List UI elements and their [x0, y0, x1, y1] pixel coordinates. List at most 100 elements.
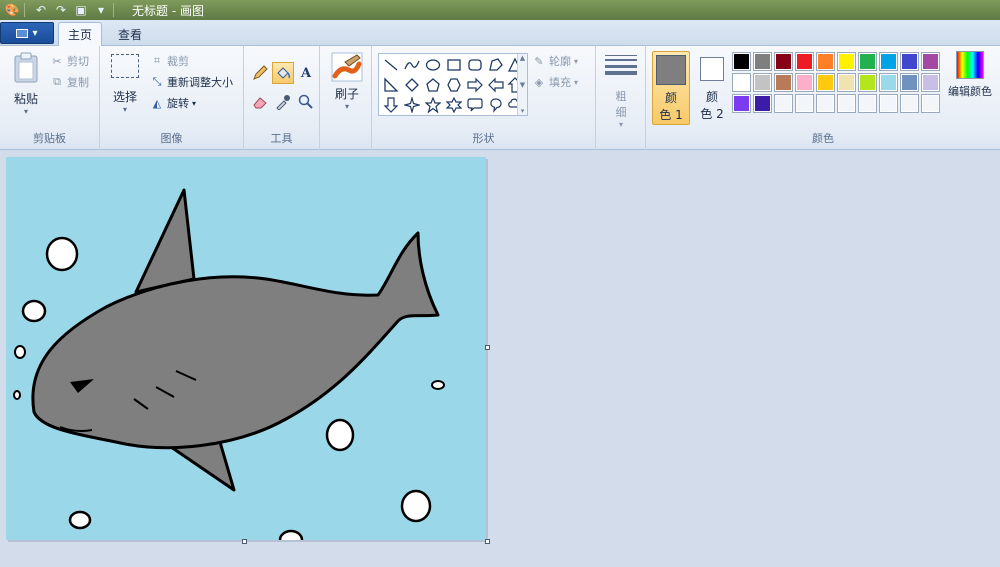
palette-swatch[interactable]: [753, 94, 772, 113]
oval-callout-shape[interactable]: [486, 95, 506, 115]
palette-swatch[interactable]: [774, 52, 793, 71]
shapes-scrollbar[interactable]: ▲ ▼ ▾: [517, 54, 527, 115]
palette-swatch-empty[interactable]: [858, 94, 877, 113]
four-point-star-shape[interactable]: [402, 95, 422, 115]
rotate-button[interactable]: ◭ 旋转 ▾: [150, 94, 196, 112]
customize-dropdown-icon[interactable]: ▾: [93, 2, 109, 18]
color-spectrum-icon: [956, 51, 984, 79]
palette-swatch[interactable]: [732, 73, 751, 92]
palette-swatch-empty[interactable]: [879, 94, 898, 113]
tab-home[interactable]: 主页: [58, 22, 102, 46]
palette-swatch[interactable]: [858, 73, 877, 92]
curve-shape[interactable]: [402, 55, 422, 75]
magnifier-tool[interactable]: [295, 91, 317, 113]
pencil-tool[interactable]: [249, 62, 271, 84]
scroll-down-icon[interactable]: ▼: [520, 81, 525, 89]
six-point-star-shape[interactable]: [444, 95, 464, 115]
resize-button[interactable]: ⤡ 重新调整大小: [150, 73, 233, 91]
undo-icon[interactable]: ↶: [33, 2, 49, 18]
palette-swatch[interactable]: [921, 52, 940, 71]
paint-bucket-icon: [277, 67, 291, 79]
five-point-star-shape[interactable]: [423, 95, 443, 115]
fill-label: 填充: [549, 76, 571, 89]
palette-swatch[interactable]: [795, 52, 814, 71]
drawing-canvas[interactable]: [6, 157, 486, 540]
swatch-fill: [754, 53, 771, 70]
canvas-resize-handle-bottom[interactable]: [242, 539, 247, 544]
color2-button[interactable]: 颜 色 2: [694, 51, 730, 125]
palette-swatch[interactable]: [732, 52, 751, 71]
select-dropdown-icon[interactable]: ▾: [123, 105, 127, 114]
palette-swatch[interactable]: [879, 52, 898, 71]
color1-button[interactable]: 颜 色 1: [652, 51, 690, 125]
palette-swatch-empty[interactable]: [816, 94, 835, 113]
save-icon[interactable]: ▣: [73, 2, 89, 18]
magnifier-icon: [298, 94, 313, 109]
copy-button[interactable]: ⧉ 复制: [50, 73, 89, 91]
text-tool[interactable]: A: [295, 62, 317, 84]
palette-swatch[interactable]: [732, 94, 751, 113]
diamond-shape[interactable]: [402, 75, 422, 95]
brushes-button[interactable]: 刷子 ▾: [328, 52, 366, 111]
canvas-resize-handle-corner[interactable]: [485, 539, 490, 544]
redo-icon[interactable]: ↷: [53, 2, 69, 18]
palette-swatch[interactable]: [921, 73, 940, 92]
palette-swatch-empty[interactable]: [900, 94, 919, 113]
pencil-icon: [253, 65, 268, 80]
outline-button[interactable]: ✎ 轮廓 ▾: [532, 52, 578, 70]
select-button[interactable]: 选择 ▾: [108, 54, 142, 114]
paste-dropdown-icon[interactable]: ▾: [24, 107, 28, 116]
line-shape[interactable]: [381, 55, 401, 75]
palette-swatch-empty[interactable]: [774, 94, 793, 113]
right-arrow-icon: [467, 77, 483, 93]
palette-swatch-empty[interactable]: [795, 94, 814, 113]
canvas-resize-handle-right[interactable]: [485, 345, 490, 350]
palette-swatch[interactable]: [837, 73, 856, 92]
right-arrow-shape[interactable]: [465, 75, 485, 95]
palette-swatch[interactable]: [795, 73, 814, 92]
color-picker-tool[interactable]: [272, 91, 294, 113]
swatch-fill: [733, 74, 750, 91]
fill-bucket-tool[interactable]: [272, 62, 294, 84]
fill-button[interactable]: ◈ 填充 ▾: [532, 73, 578, 91]
palette-swatch[interactable]: [858, 52, 877, 71]
palette-swatch[interactable]: [753, 73, 772, 92]
rectangle-shape[interactable]: [444, 55, 464, 75]
palette-swatch-empty[interactable]: [921, 94, 940, 113]
scroll-up-icon[interactable]: ▲: [520, 54, 525, 62]
down-arrow-shape[interactable]: [381, 95, 401, 115]
rounded-callout-shape[interactable]: [465, 95, 485, 115]
pentagon-shape[interactable]: [423, 75, 443, 95]
menu-chevron-icon: ▾: [32, 27, 38, 39]
gallery-expand-icon[interactable]: ▾: [521, 107, 525, 115]
palette-swatch[interactable]: [837, 52, 856, 71]
oval-shape[interactable]: [423, 55, 443, 75]
paint-app-icon[interactable]: 🎨: [4, 2, 20, 18]
palette-swatch[interactable]: [816, 52, 835, 71]
left-arrow-shape[interactable]: [486, 75, 506, 95]
right-triangle-shape[interactable]: [381, 75, 401, 95]
palette-swatch[interactable]: [753, 52, 772, 71]
paste-button[interactable]: 粘贴 ▾: [8, 52, 44, 116]
palette-swatch[interactable]: [900, 73, 919, 92]
crop-button[interactable]: ⌗ 裁剪: [150, 52, 189, 70]
palette-swatch[interactable]: [900, 52, 919, 71]
palette-swatch[interactable]: [816, 73, 835, 92]
eraser-tool[interactable]: [249, 91, 271, 113]
rounded-rectangle-shape[interactable]: [465, 55, 485, 75]
palette-swatch[interactable]: [879, 73, 898, 92]
curve-icon: [404, 60, 420, 70]
palette-swatch-empty[interactable]: [837, 94, 856, 113]
brushes-dropdown-icon[interactable]: ▾: [345, 102, 349, 111]
edit-colors-button[interactable]: 编辑颜色: [944, 51, 996, 99]
palette-swatch[interactable]: [774, 73, 793, 92]
cut-button[interactable]: ✂ 剪切: [50, 52, 89, 70]
tab-view[interactable]: 查看: [108, 22, 152, 46]
swatch-fill: [796, 95, 813, 112]
hexagon-shape[interactable]: [444, 75, 464, 95]
color2-label-top: 颜: [705, 90, 718, 104]
size-button[interactable]: 粗 细 ▾: [604, 52, 638, 129]
clipboard-group-label: 剪贴板: [33, 132, 66, 145]
paint-menu-button[interactable]: ▾: [0, 22, 54, 44]
polygon-shape[interactable]: [486, 55, 506, 75]
